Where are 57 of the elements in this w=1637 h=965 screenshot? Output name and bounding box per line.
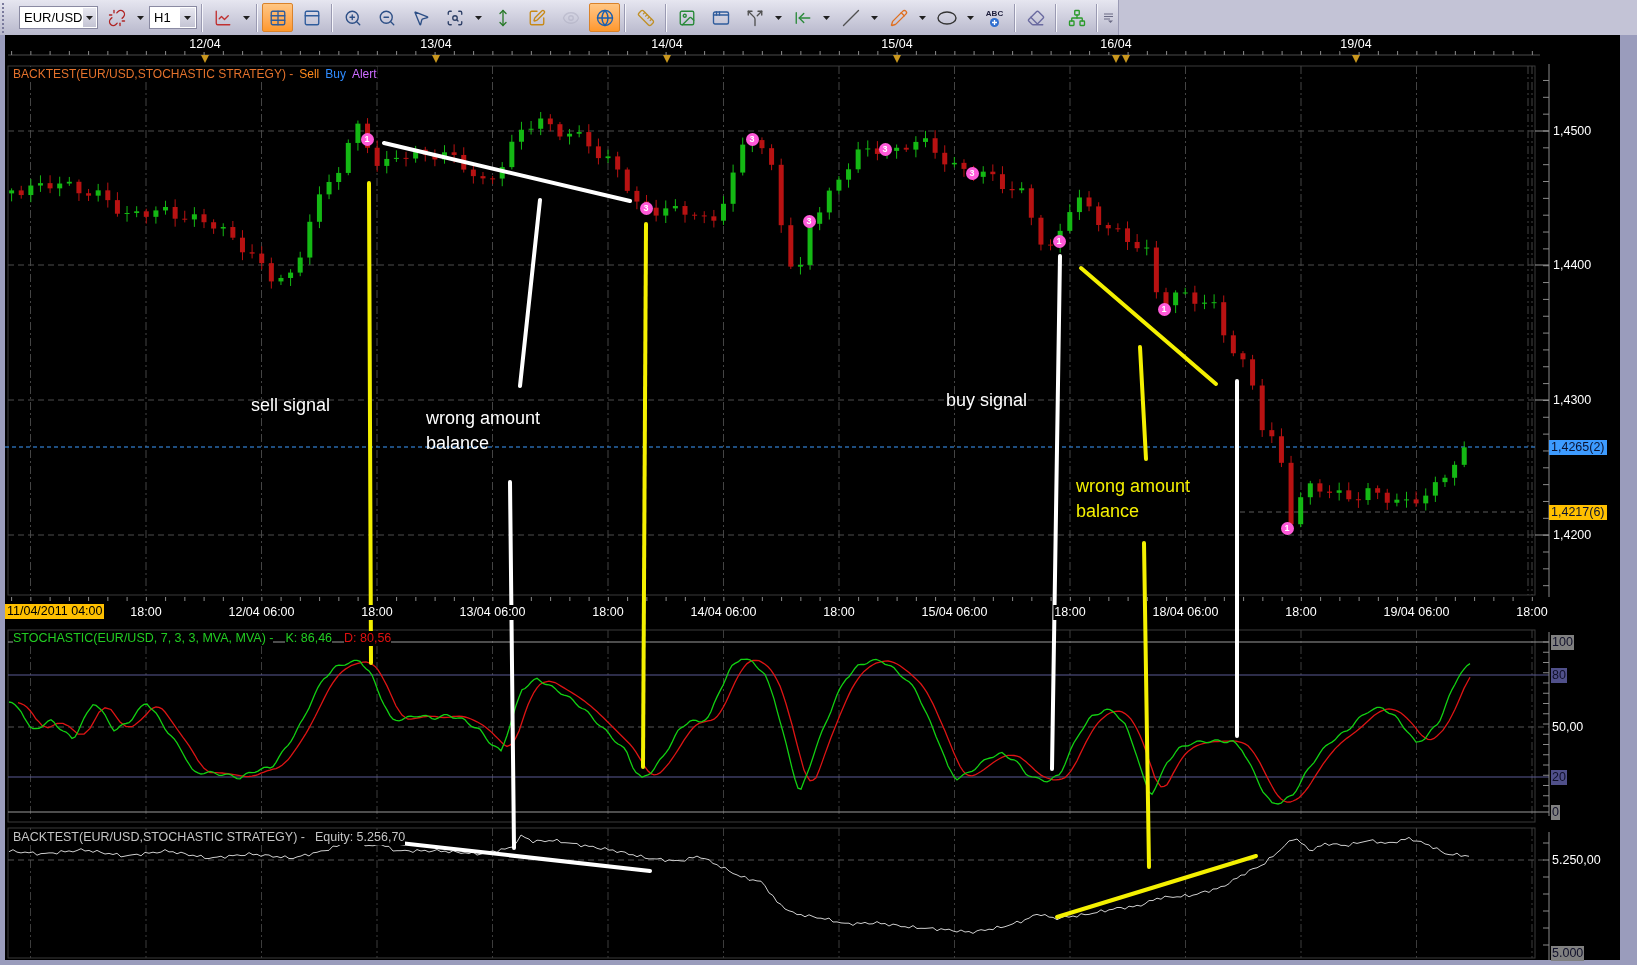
legend-label: Buy	[325, 67, 346, 82]
price-tag: 1,4265(2)	[1549, 439, 1607, 455]
date-label: 16/04	[1100, 37, 1132, 52]
caret-icon	[823, 15, 830, 20]
event-marker-icon	[1112, 55, 1120, 63]
caret-icon	[85, 15, 93, 20]
grip-icon[interactable]	[2, 2, 6, 33]
date-label: 13/04	[420, 37, 452, 52]
dropdown-button[interactable]	[180, 8, 195, 27]
caret-icon	[243, 15, 250, 20]
price-label: 1,4200	[1553, 527, 1592, 543]
price-label: 1,4300	[1553, 392, 1592, 408]
toolbar-button[interactable]	[262, 3, 293, 32]
chart-title: BACKTEST(EUR/USD,STOCHASTIC STRATEGY) -	[13, 67, 294, 82]
scale-label: 20	[1551, 769, 1567, 785]
scale-label: 5.000	[1551, 945, 1585, 961]
scale-label: 100	[1551, 634, 1574, 650]
caret-icon	[871, 15, 878, 20]
caret-icon	[184, 15, 191, 20]
overflow-icon	[1103, 12, 1113, 23]
date-label: 19/04	[1340, 37, 1372, 52]
scale-label: 5.250,00	[1551, 852, 1602, 868]
toolbar-button[interactable]	[589, 3, 620, 32]
dropdown-button[interactable]	[82, 8, 96, 27]
dropdown-field[interactable]: H1	[149, 6, 197, 29]
event-marker-icon	[432, 55, 440, 63]
event-marker-icon	[1352, 55, 1360, 63]
caret-icon	[137, 15, 144, 20]
k-reading: K: 86,46	[285, 631, 333, 646]
event-marker-icon	[663, 55, 671, 63]
legend-label: Alert	[351, 67, 377, 82]
start-time-label: 11/04/2011 04:00	[5, 604, 105, 619]
scale-label: 0	[1551, 804, 1560, 820]
indicator-title: STOCHASTIC(EUR/USD, 7, 3, 3, MVA, MVA) -	[13, 631, 274, 646]
time-label: 18:00	[1053, 605, 1087, 620]
caret-icon	[919, 15, 926, 20]
caret-icon	[475, 15, 482, 20]
price-label: 1,4500	[1553, 123, 1592, 139]
equity-reading: Equity: 5.256,70	[314, 830, 406, 845]
date-label: 14/04	[651, 37, 683, 52]
toolbar-button[interactable]: ABC	[979, 3, 1010, 32]
scale-label: 50,00	[1551, 719, 1585, 735]
scale-label: 80	[1551, 667, 1567, 683]
price-tag: 1,4217(6)	[1549, 504, 1607, 520]
date-label: 12/04	[189, 37, 221, 52]
indicator-title: BACKTEST(EUR/USD,STOCHASTIC STRATEGY) -	[13, 830, 305, 845]
time-label: 13/04 06:00	[458, 605, 527, 620]
event-marker-icon	[1122, 55, 1130, 63]
price-label: 1,4400	[1553, 257, 1592, 273]
event-marker-icon	[893, 55, 901, 63]
date-label: 15/04	[881, 37, 913, 52]
dropdown-field[interactable]: EUR/USD	[19, 6, 98, 29]
d-reading: D: 80,56	[344, 631, 392, 646]
time-label: 18:00	[360, 605, 394, 620]
event-marker-icon	[201, 55, 209, 63]
caret-icon	[775, 15, 782, 20]
caret-icon	[967, 15, 974, 20]
